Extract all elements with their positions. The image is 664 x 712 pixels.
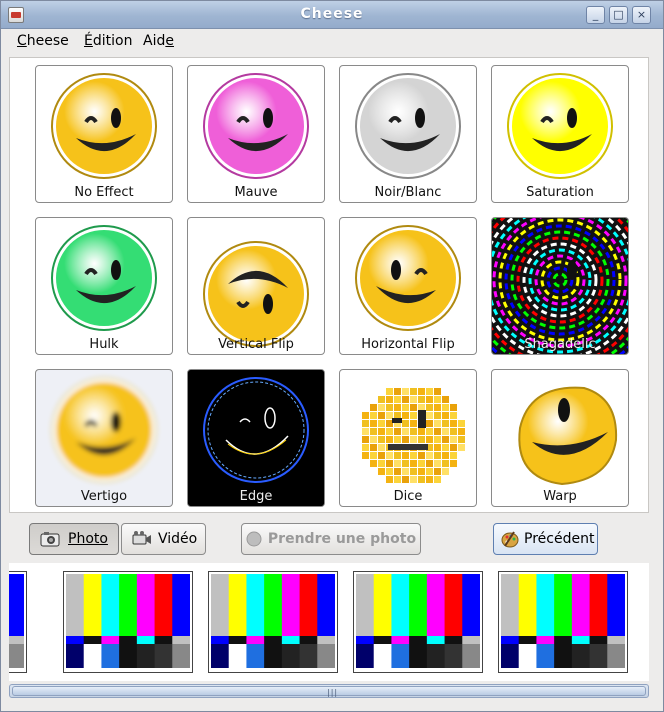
effect-label: Horizontal Flip [361,337,455,352]
smiley-preview-image [203,241,309,347]
effect-horizontal-flip[interactable]: Horizontal Flip [339,217,477,355]
close-button[interactable]: × [632,6,651,24]
take-photo-label: Prendre une photo [267,531,417,547]
smiley-preview-image [355,225,461,331]
smiley-preview-image [51,225,157,331]
photo-mode-label: Photo [68,531,108,547]
smiley-preview-image [51,73,157,179]
effect-label: Noir/Blanc [374,185,442,200]
menu-edition[interactable]: Édition [84,33,132,49]
effect-edge[interactable]: Edge [187,369,325,507]
effect-label: Vertical Flip [218,337,294,352]
effect-saturation[interactable]: Saturation [491,65,629,203]
effect-label: Hulk [89,337,119,352]
take-photo-button[interactable]: Prendre une photo [241,523,421,555]
menu-bar: Cheese Édition Aide [1,30,663,54]
effect-mauve[interactable]: Mauve [187,65,325,203]
photo-thumbnail[interactable] [353,571,483,673]
effect-label: Dice [393,489,423,504]
effect-noir-blanc[interactable]: Noir/Blanc [339,65,477,203]
maximize-button[interactable]: □ [609,6,628,24]
smiley-preview-image [362,388,465,483]
minimize-button[interactable]: _ [586,6,605,24]
previous-label: Précédent [524,531,595,547]
video-camera-icon [132,531,151,545]
effect-shagadelic[interactable]: Shagadelic [491,217,629,355]
palette-icon [501,531,519,548]
photo-thumbnail[interactable] [208,571,338,673]
effect-label: Saturation [526,185,594,200]
photo-mode-button[interactable]: Photo [29,523,119,555]
effect-label: No Effect [74,185,134,200]
effect-label: Shagadelic [524,337,596,352]
test-pattern-image [9,574,25,668]
menu-aide[interactable]: Aide [143,33,174,49]
photo-thumbnail-strip[interactable] [9,563,649,681]
effect-dice[interactable]: Dice [339,369,477,507]
record-icon [246,531,262,547]
window-title: Cheese [300,6,364,22]
effect-label: Warp [543,489,577,504]
effect-label: Vertigo [80,489,128,504]
cheese-window: Cheese _ □ × Cheese Édition Aide No Effe… [0,0,664,712]
photo-thumbnail[interactable] [63,571,193,673]
video-mode-button[interactable]: Vidéo [121,523,206,555]
smiley-preview-image [492,218,628,354]
effect-warp[interactable]: Warp [491,369,629,507]
photo-thumbnail[interactable] [9,571,27,673]
video-mode-label: Vidéo [158,531,198,547]
photo-thumbnail[interactable] [498,571,628,673]
scrollbar-thumb[interactable]: ||| [12,686,646,697]
smiley-preview-image [203,73,309,179]
camera-icon [40,532,60,547]
horizontal-scrollbar[interactable]: ||| [9,684,649,698]
effect-label: Edge [239,489,273,504]
effect-vertigo[interactable]: Vertigo [35,369,173,507]
effects-grid: No Effect Mauve Noir/Blanc Saturation Hu… [9,57,649,513]
title-bar[interactable]: Cheese _ □ × [1,1,663,29]
test-pattern-image [356,574,481,668]
test-pattern-image [66,574,191,668]
smiley-preview-image [188,370,324,506]
smiley-preview-image [355,73,461,179]
menu-cheese[interactable]: Cheese [17,33,69,49]
effect-no-effect[interactable]: No Effect [35,65,173,203]
test-pattern-image [501,574,626,668]
test-pattern-image [211,574,336,668]
smiley-preview-image [51,377,157,483]
previous-button[interactable]: Précédent [493,523,598,555]
effect-vertical-flip[interactable]: Vertical Flip [187,217,325,355]
smiley-preview-image [507,73,613,179]
effect-label: Mauve [234,185,278,200]
smiley-preview-image [518,386,618,486]
effect-hulk[interactable]: Hulk [35,217,173,355]
